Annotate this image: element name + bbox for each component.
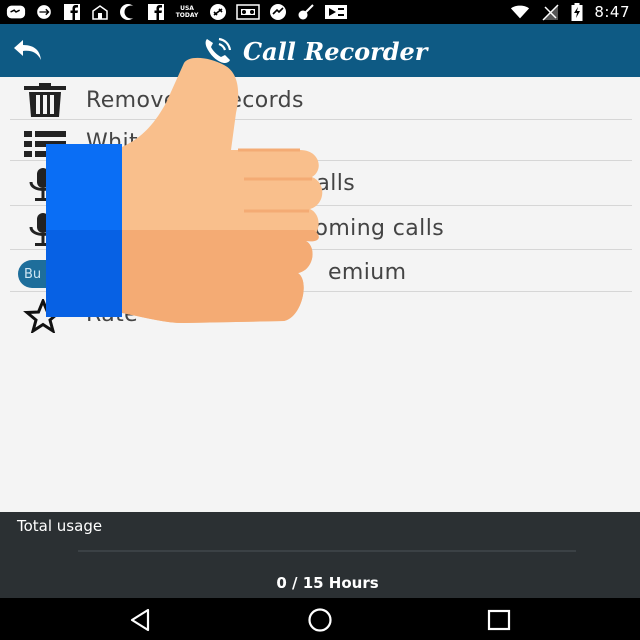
nav-home-icon xyxy=(308,608,332,632)
back-arrow-icon xyxy=(14,40,41,60)
moon-icon xyxy=(118,4,138,21)
nav-recents-button[interactable] xyxy=(477,606,521,634)
navigation-bar xyxy=(0,598,640,640)
nav-recents-icon xyxy=(487,609,511,631)
sync-icon xyxy=(268,4,288,21)
menu-item-label: emium xyxy=(328,259,407,285)
nav-back-button[interactable] xyxy=(118,606,162,634)
facebook-icon xyxy=(146,4,166,21)
battery-charging-icon xyxy=(570,3,584,21)
status-clock: 8:47 xyxy=(594,3,630,21)
back-button[interactable] xyxy=(10,36,46,66)
facebook-icon xyxy=(62,4,82,21)
status-bar: USA TODAY 8:47 xyxy=(0,0,640,24)
usage-value: 0 / 15 Hours xyxy=(276,574,379,592)
usb-icon xyxy=(34,4,54,21)
wifi-icon xyxy=(510,4,530,21)
messenger-icon xyxy=(6,4,26,21)
thumbs-up-icon xyxy=(46,57,323,324)
usage-title: Total usage xyxy=(17,517,103,535)
usa-today-icon xyxy=(90,4,110,21)
usa-today-icon: USA TODAY xyxy=(175,5,199,19)
guitar-icon xyxy=(296,4,316,21)
voicemail-icon xyxy=(236,4,260,21)
notification-icons: USA TODAY xyxy=(6,2,348,22)
link-icon xyxy=(208,4,228,21)
nav-back-icon xyxy=(130,608,150,632)
usage-progress-bar xyxy=(78,550,576,552)
usage-panel: Total usage 0 / 15 Hours xyxy=(0,512,640,598)
nav-home-button[interactable] xyxy=(298,606,342,634)
thumbs-up-overlay xyxy=(44,55,334,330)
signal-icon xyxy=(540,4,560,21)
media-icon xyxy=(324,4,348,21)
system-icons: 8:47 xyxy=(510,2,630,22)
